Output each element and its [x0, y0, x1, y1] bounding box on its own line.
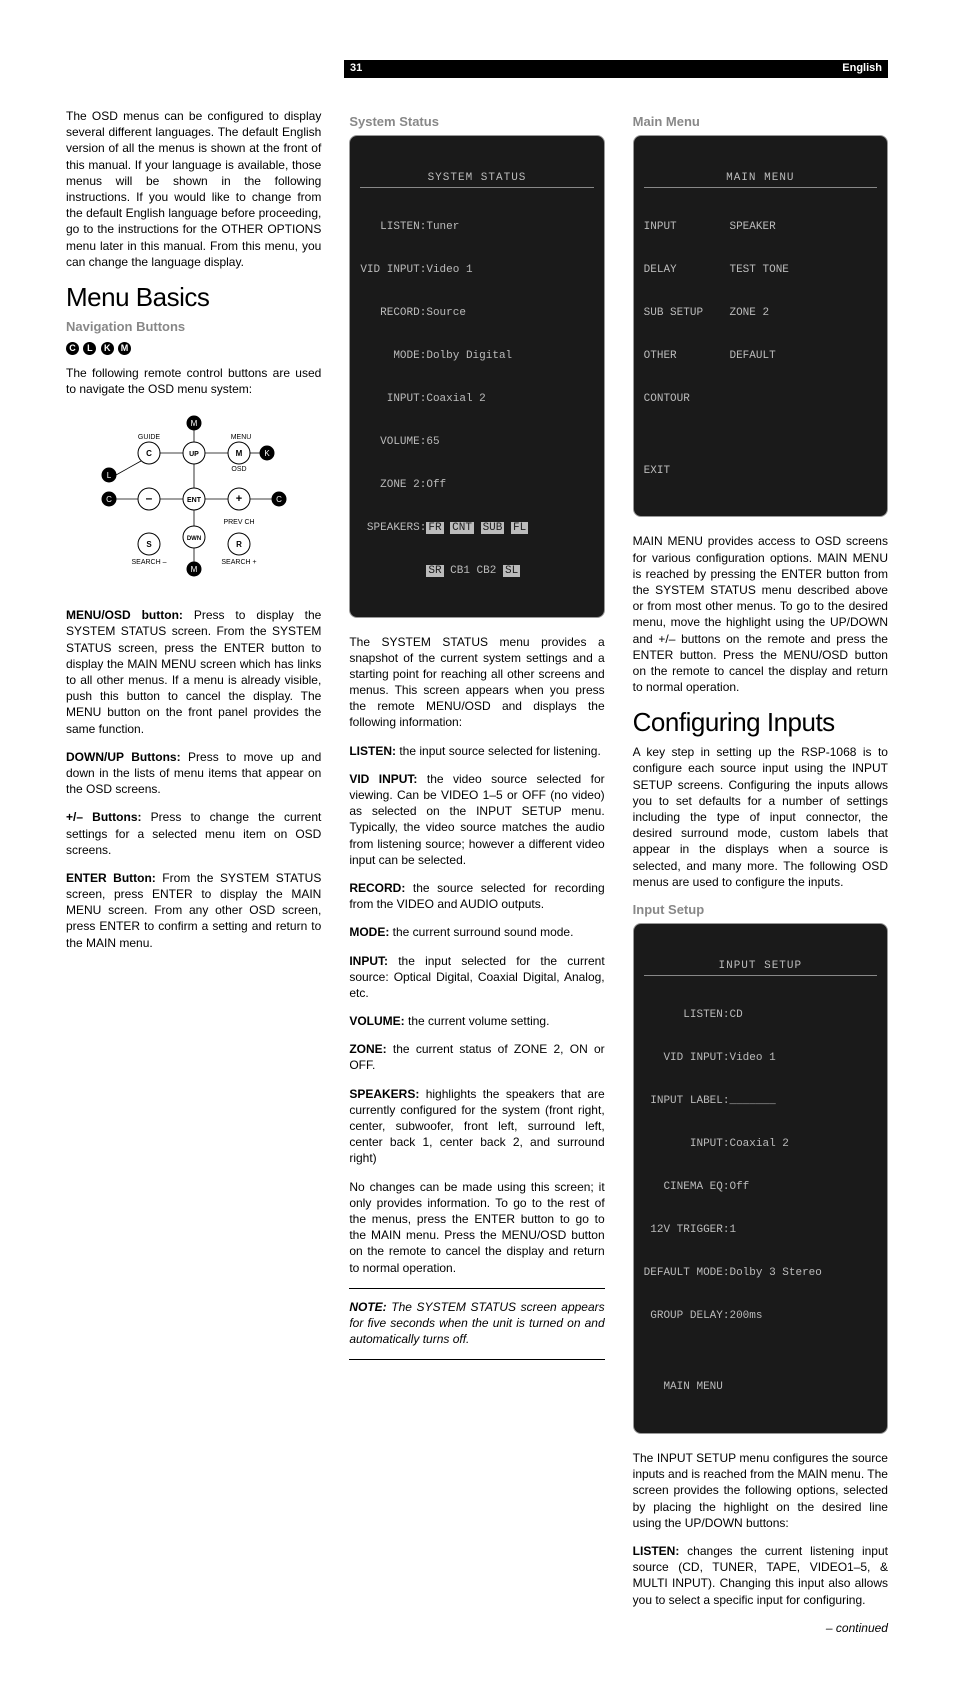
- heading-navigation-buttons: Navigation Buttons: [66, 319, 321, 334]
- nav-lead: The following remote control buttons are…: [66, 365, 321, 397]
- heading-input-setup: Input Setup: [633, 902, 888, 917]
- vid-input-para: VID INPUT: the video source selected for…: [349, 771, 604, 868]
- circle-m: M: [118, 342, 131, 355]
- svg-text:SEARCH +: SEARCH +: [221, 559, 256, 566]
- listen-para: LISTEN: the input source selected for li…: [349, 743, 604, 759]
- osd-input-setup: INPUT SETUP LISTEN:CD VID INPUT:Video 1 …: [633, 923, 888, 1434]
- enter-para: ENTER Button: From the SYSTEM STATUS scr…: [66, 870, 321, 951]
- svg-text:M: M: [235, 449, 242, 458]
- svg-text:R: R: [236, 540, 242, 549]
- plus-minus-para: +/– Buttons: Press to change the current…: [66, 809, 321, 858]
- main-menu-para: MAIN MENU provides access to OSD screens…: [633, 533, 888, 695]
- rule: [349, 1288, 604, 1289]
- record-para: RECORD: the source selected for recordin…: [349, 880, 604, 912]
- osd-speakers-row2: SR CB1 CB2 SL: [360, 564, 593, 578]
- osd-system-status: SYSTEM STATUS LISTEN:Tuner VID INPUT:Vid…: [349, 135, 604, 618]
- svg-text:C: C: [146, 449, 152, 458]
- svg-text:C: C: [276, 495, 282, 504]
- svg-text:–: –: [145, 491, 152, 505]
- circle-k: K: [101, 342, 114, 355]
- column-2: System Status SYSTEM STATUS LISTEN:Tuner…: [349, 108, 604, 1648]
- note-para: NOTE: The SYSTEM STATUS screen appears f…: [349, 1299, 604, 1348]
- circle-labels: C L K M: [66, 340, 321, 355]
- svg-text:DWN: DWN: [186, 536, 200, 542]
- header-bar: 31 English: [344, 60, 888, 78]
- input-para: INPUT: the input selected for the curren…: [349, 953, 604, 1002]
- svg-text:SEARCH –: SEARCH –: [131, 559, 166, 566]
- input-setup-para: The INPUT SETUP menu configures the sour…: [633, 1450, 888, 1531]
- svg-text:MENU: MENU: [230, 434, 251, 441]
- svg-text:C: C: [106, 495, 112, 504]
- heading-main-menu: Main Menu: [633, 114, 888, 129]
- sys-status-intro: The SYSTEM STATUS menu provides a snapsh…: [349, 634, 604, 731]
- remote-diagram: M GUIDE MENU C M UP K L OSD: [79, 409, 309, 589]
- svg-text:K: K: [264, 449, 270, 458]
- menu-osd-para: MENU/OSD button: Press to display the SY…: [66, 607, 321, 737]
- svg-text:+: +: [235, 493, 241, 505]
- mode-para: MODE: the current surround sound mode.: [349, 924, 604, 940]
- osd-title: SYSTEM STATUS: [360, 171, 593, 188]
- column-3: Main Menu MAIN MENU INPUT SPEAKER DELAY …: [633, 108, 888, 1648]
- volume-para: VOLUME: the current volume setting.: [349, 1013, 604, 1029]
- svg-text:L: L: [106, 471, 111, 480]
- plus-minus-label: +/– Buttons:: [66, 810, 142, 824]
- svg-text:M: M: [190, 565, 197, 574]
- rule: [349, 1359, 604, 1360]
- circle-c: C: [66, 342, 79, 355]
- no-changes-para: No changes can be made using this screen…: [349, 1179, 604, 1276]
- osd-speakers-row1: SPEAKERS:FR CNT SUB FL: [360, 521, 593, 535]
- enter-label: ENTER Button:: [66, 871, 156, 885]
- down-up-label: DOWN/UP Buttons:: [66, 750, 181, 764]
- heading-configuring-inputs: Configuring Inputs: [633, 707, 888, 738]
- svg-text:M: M: [190, 419, 197, 428]
- zone-para: ZONE: the current status of ZONE 2, ON o…: [349, 1041, 604, 1073]
- svg-text:ENT: ENT: [187, 497, 202, 504]
- heading-system-status: System Status: [349, 114, 604, 129]
- language-label: English: [842, 62, 882, 74]
- svg-text:S: S: [146, 540, 152, 549]
- configuring-para: A key step in setting up the RSP-1068 is…: [633, 744, 888, 890]
- down-up-para: DOWN/UP Buttons: Press to move up and do…: [66, 749, 321, 798]
- heading-menu-basics: Menu Basics: [66, 282, 321, 313]
- svg-text:GUIDE: GUIDE: [138, 434, 161, 441]
- svg-text:PREV CH: PREV CH: [223, 519, 254, 526]
- osd-main-menu: MAIN MENU INPUT SPEAKER DELAY TEST TONE …: [633, 135, 888, 517]
- page-number: 31: [350, 62, 362, 74]
- osd-title: MAIN MENU: [644, 171, 877, 188]
- menu-osd-label: MENU/OSD button:: [66, 608, 183, 622]
- circle-l: L: [83, 342, 96, 355]
- continued: – continued: [633, 1620, 888, 1636]
- listen-para-col3: LISTEN: changes the current listening in…: [633, 1543, 888, 1608]
- speakers-para: SPEAKERS: highlights the speakers that a…: [349, 1086, 604, 1167]
- svg-text:UP: UP: [189, 451, 199, 458]
- osd-title: INPUT SETUP: [644, 959, 877, 976]
- intro-text: The OSD menus can be configured to displ…: [66, 108, 321, 270]
- svg-text:OSD: OSD: [231, 466, 246, 473]
- column-1: The OSD menus can be configured to displ…: [66, 108, 321, 1648]
